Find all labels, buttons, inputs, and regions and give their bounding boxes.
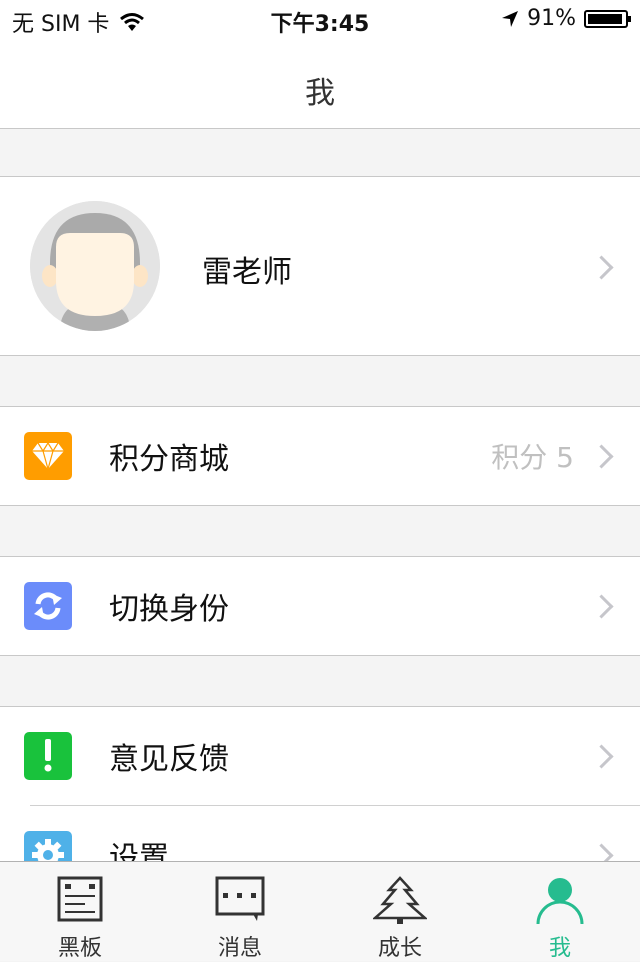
message-icon (215, 876, 265, 921)
page-title: 我 (305, 76, 335, 111)
menu-label: 意见反馈 (109, 742, 229, 777)
tab-blackboard[interactable]: 黑板 (0, 862, 160, 961)
points-value: 积分 5 (491, 441, 574, 474)
diamond-icon (24, 432, 72, 480)
refresh-icon (24, 582, 72, 630)
chevron-right-icon (589, 743, 614, 769)
tab-label: 成长 (377, 936, 422, 961)
tab-growth[interactable]: 成长 (320, 862, 480, 961)
person-icon (536, 878, 584, 925)
tab-label: 黑板 (57, 936, 102, 961)
menu-item-points-mall[interactable]: 积分商城 积分 5 (0, 407, 640, 505)
tab-label: 我 (548, 936, 571, 961)
menu-item-switch-identity[interactable]: 切换身份 (0, 557, 640, 655)
tab-bar: 黑板 消息 成长 我 (0, 861, 640, 961)
menu-label: 切换身份 (109, 592, 229, 627)
menu-item-feedback[interactable]: 意见反馈 (0, 707, 640, 805)
tab-me[interactable]: 我 (480, 862, 640, 961)
chevron-right-icon (589, 255, 614, 280)
blackboard-icon (57, 876, 103, 922)
chevron-right-icon (589, 443, 614, 469)
tab-messages[interactable]: 消息 (160, 862, 320, 961)
nav-bar: 我 (0, 40, 640, 129)
profile-row[interactable]: 雷老师 (0, 176, 640, 356)
menu-section-points: 积分商城 积分 5 (0, 406, 640, 506)
profile-name: 雷老师 (202, 255, 292, 290)
menu-label: 积分商城 (109, 442, 229, 477)
exclamation-icon (24, 732, 72, 780)
tree-icon (373, 876, 427, 924)
default-avatar-icon (30, 201, 160, 331)
tab-label: 消息 (217, 936, 262, 961)
location-arrow-icon (502, 10, 519, 27)
battery-percent: 91% (527, 6, 576, 31)
status-bar: 无 SIM 卡 下午3:45 91% (0, 0, 640, 40)
chevron-right-icon (589, 593, 614, 619)
battery-icon (584, 9, 631, 28)
menu-section-identity: 切换身份 (0, 556, 640, 656)
